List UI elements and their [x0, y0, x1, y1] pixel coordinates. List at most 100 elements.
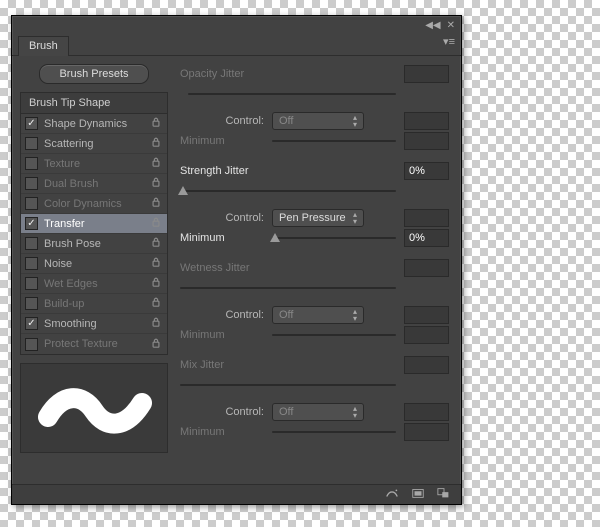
- option-label: Smoothing: [44, 318, 149, 330]
- control-label: Control:: [180, 212, 264, 224]
- brush-presets-button[interactable]: Brush Presets: [39, 64, 149, 84]
- mix-jitter-label: Mix Jitter: [180, 359, 264, 371]
- lock-icon[interactable]: [149, 338, 163, 351]
- mix-min-value[interactable]: [404, 423, 449, 441]
- opacity-min-slider[interactable]: [272, 140, 396, 142]
- lock-icon[interactable]: [149, 137, 163, 150]
- panel-menu-icon[interactable]: ▾≡: [443, 35, 455, 48]
- left-column: Brush Presets Brush Tip Shape ✓ Shape Dyn…: [20, 64, 168, 474]
- strength-jitter-slider[interactable]: [180, 190, 396, 192]
- lock-icon[interactable]: [149, 157, 163, 170]
- mix-control-linkbox[interactable]: [404, 403, 449, 421]
- checkbox[interactable]: [25, 177, 38, 190]
- wetness-control-dropdown[interactable]: Off ▴▾: [272, 306, 364, 324]
- wetness-min-value[interactable]: [404, 326, 449, 344]
- brush-tip-shape-header[interactable]: Brush Tip Shape: [21, 93, 167, 114]
- wetness-jitter-slider[interactable]: [180, 287, 396, 289]
- lock-icon[interactable]: [149, 117, 163, 130]
- strength-min-value[interactable]: 0%: [404, 229, 449, 247]
- mix-control-dropdown[interactable]: Off ▴▾: [272, 403, 364, 421]
- opacity-min-value[interactable]: [404, 132, 449, 150]
- lock-icon[interactable]: [149, 317, 163, 330]
- checkbox[interactable]: [25, 137, 38, 150]
- option-label: Texture: [44, 158, 149, 170]
- checkbox[interactable]: ✓: [25, 117, 38, 130]
- option-row-brush-pose[interactable]: Brush Pose: [21, 234, 167, 254]
- lock-icon[interactable]: [149, 217, 163, 230]
- control-label: Control:: [180, 115, 264, 127]
- option-row-smoothing[interactable]: ✓ Smoothing: [21, 314, 167, 334]
- opacity-control-linkbox[interactable]: [404, 112, 449, 130]
- mix-jitter-slider[interactable]: [180, 384, 396, 386]
- dropdown-arrows-icon: ▴▾: [353, 211, 357, 225]
- option-row-build-up[interactable]: Build-up: [21, 294, 167, 314]
- option-row-shape-dynamics[interactable]: ✓ Shape Dynamics: [21, 114, 167, 134]
- strength-jitter-group: Strength Jitter 0% Control: Pen Pressure…: [180, 161, 449, 248]
- option-label: Brush Pose: [44, 238, 149, 250]
- mix-jitter-value[interactable]: [404, 356, 449, 374]
- option-row-texture[interactable]: Texture: [21, 154, 167, 174]
- checkbox[interactable]: [25, 197, 38, 210]
- wetness-jitter-group: Wetness Jitter Control: Off ▴▾: [180, 258, 449, 345]
- option-row-color-dynamics[interactable]: Color Dynamics: [21, 194, 167, 214]
- tab-brush[interactable]: Brush: [18, 36, 69, 56]
- lock-icon[interactable]: [149, 237, 163, 250]
- mix-min-slider[interactable]: [272, 431, 396, 433]
- checkbox[interactable]: [25, 277, 38, 290]
- opacity-control-value: Off: [279, 115, 293, 127]
- strength-control-dropdown[interactable]: Pen Pressure ▴▾: [272, 209, 364, 227]
- option-row-dual-brush[interactable]: Dual Brush: [21, 174, 167, 194]
- checkbox[interactable]: ✓: [25, 317, 38, 330]
- dock-icon[interactable]: [437, 487, 451, 502]
- wetness-jitter-value[interactable]: [404, 259, 449, 277]
- dropdown-arrows-icon: ▴▾: [353, 308, 357, 322]
- strength-min-slider[interactable]: [272, 237, 396, 239]
- wetness-jitter-label: Wetness Jitter: [180, 262, 264, 274]
- tab-bar: Brush ▾≡: [12, 34, 461, 56]
- option-label: Noise: [44, 258, 149, 270]
- strength-control-value: Pen Pressure: [279, 212, 346, 224]
- option-row-wet-edges[interactable]: Wet Edges: [21, 274, 167, 294]
- opacity-jitter-value[interactable]: [404, 65, 449, 83]
- opacity-jitter-slider[interactable]: [188, 93, 396, 95]
- option-row-noise[interactable]: Noise: [21, 254, 167, 274]
- brush-options-frame: Brush Tip Shape ✓ Shape Dynamics Scatterin…: [20, 92, 168, 355]
- mix-min-label: Minimum: [180, 426, 264, 438]
- lock-icon[interactable]: [149, 197, 163, 210]
- panel-content: Brush Presets Brush Tip Shape ✓ Shape Dyn…: [12, 56, 461, 482]
- option-label: Build-up: [44, 298, 149, 310]
- tab-label: Brush: [29, 40, 58, 52]
- close-icon[interactable]: ✕: [447, 20, 455, 31]
- opacity-min-label: Minimum: [180, 135, 264, 147]
- brush-tip-shape-label: Brush Tip Shape: [29, 97, 110, 109]
- lock-icon[interactable]: [149, 277, 163, 290]
- option-row-transfer[interactable]: ✓ Transfer: [21, 214, 167, 234]
- wetness-min-slider[interactable]: [272, 334, 396, 336]
- option-label: Shape Dynamics: [44, 118, 149, 130]
- opacity-jitter-group: Opacity Jitter Control: Off ▴▾: [180, 64, 449, 151]
- checkbox[interactable]: [25, 297, 38, 310]
- checkbox[interactable]: ✓: [25, 217, 38, 230]
- wetness-control-linkbox[interactable]: [404, 306, 449, 324]
- wetness-min-label: Minimum: [180, 329, 264, 341]
- strength-jitter-value[interactable]: 0%: [404, 162, 449, 180]
- checkbox[interactable]: [25, 157, 38, 170]
- checkbox[interactable]: [25, 237, 38, 250]
- strength-control-linkbox[interactable]: [404, 209, 449, 227]
- toggle-preview-icon[interactable]: [385, 487, 399, 502]
- opacity-control-dropdown[interactable]: Off ▴▾: [272, 112, 364, 130]
- new-preset-icon[interactable]: [411, 487, 425, 502]
- option-label: Transfer: [44, 218, 149, 230]
- brush-preview: [20, 363, 168, 453]
- checkbox[interactable]: [25, 338, 38, 351]
- lock-icon[interactable]: [149, 297, 163, 310]
- strength-min-label: Minimum: [180, 232, 264, 244]
- option-row-protect-texture[interactable]: Protect Texture: [21, 334, 167, 354]
- collapse-icon[interactable]: ◀◀: [425, 20, 440, 31]
- lock-icon[interactable]: [149, 177, 163, 190]
- option-row-scattering[interactable]: Scattering: [21, 134, 167, 154]
- lock-icon[interactable]: [149, 257, 163, 270]
- wetness-control-value: Off: [279, 309, 293, 321]
- checkbox[interactable]: [25, 257, 38, 270]
- option-label: Wet Edges: [44, 278, 149, 290]
